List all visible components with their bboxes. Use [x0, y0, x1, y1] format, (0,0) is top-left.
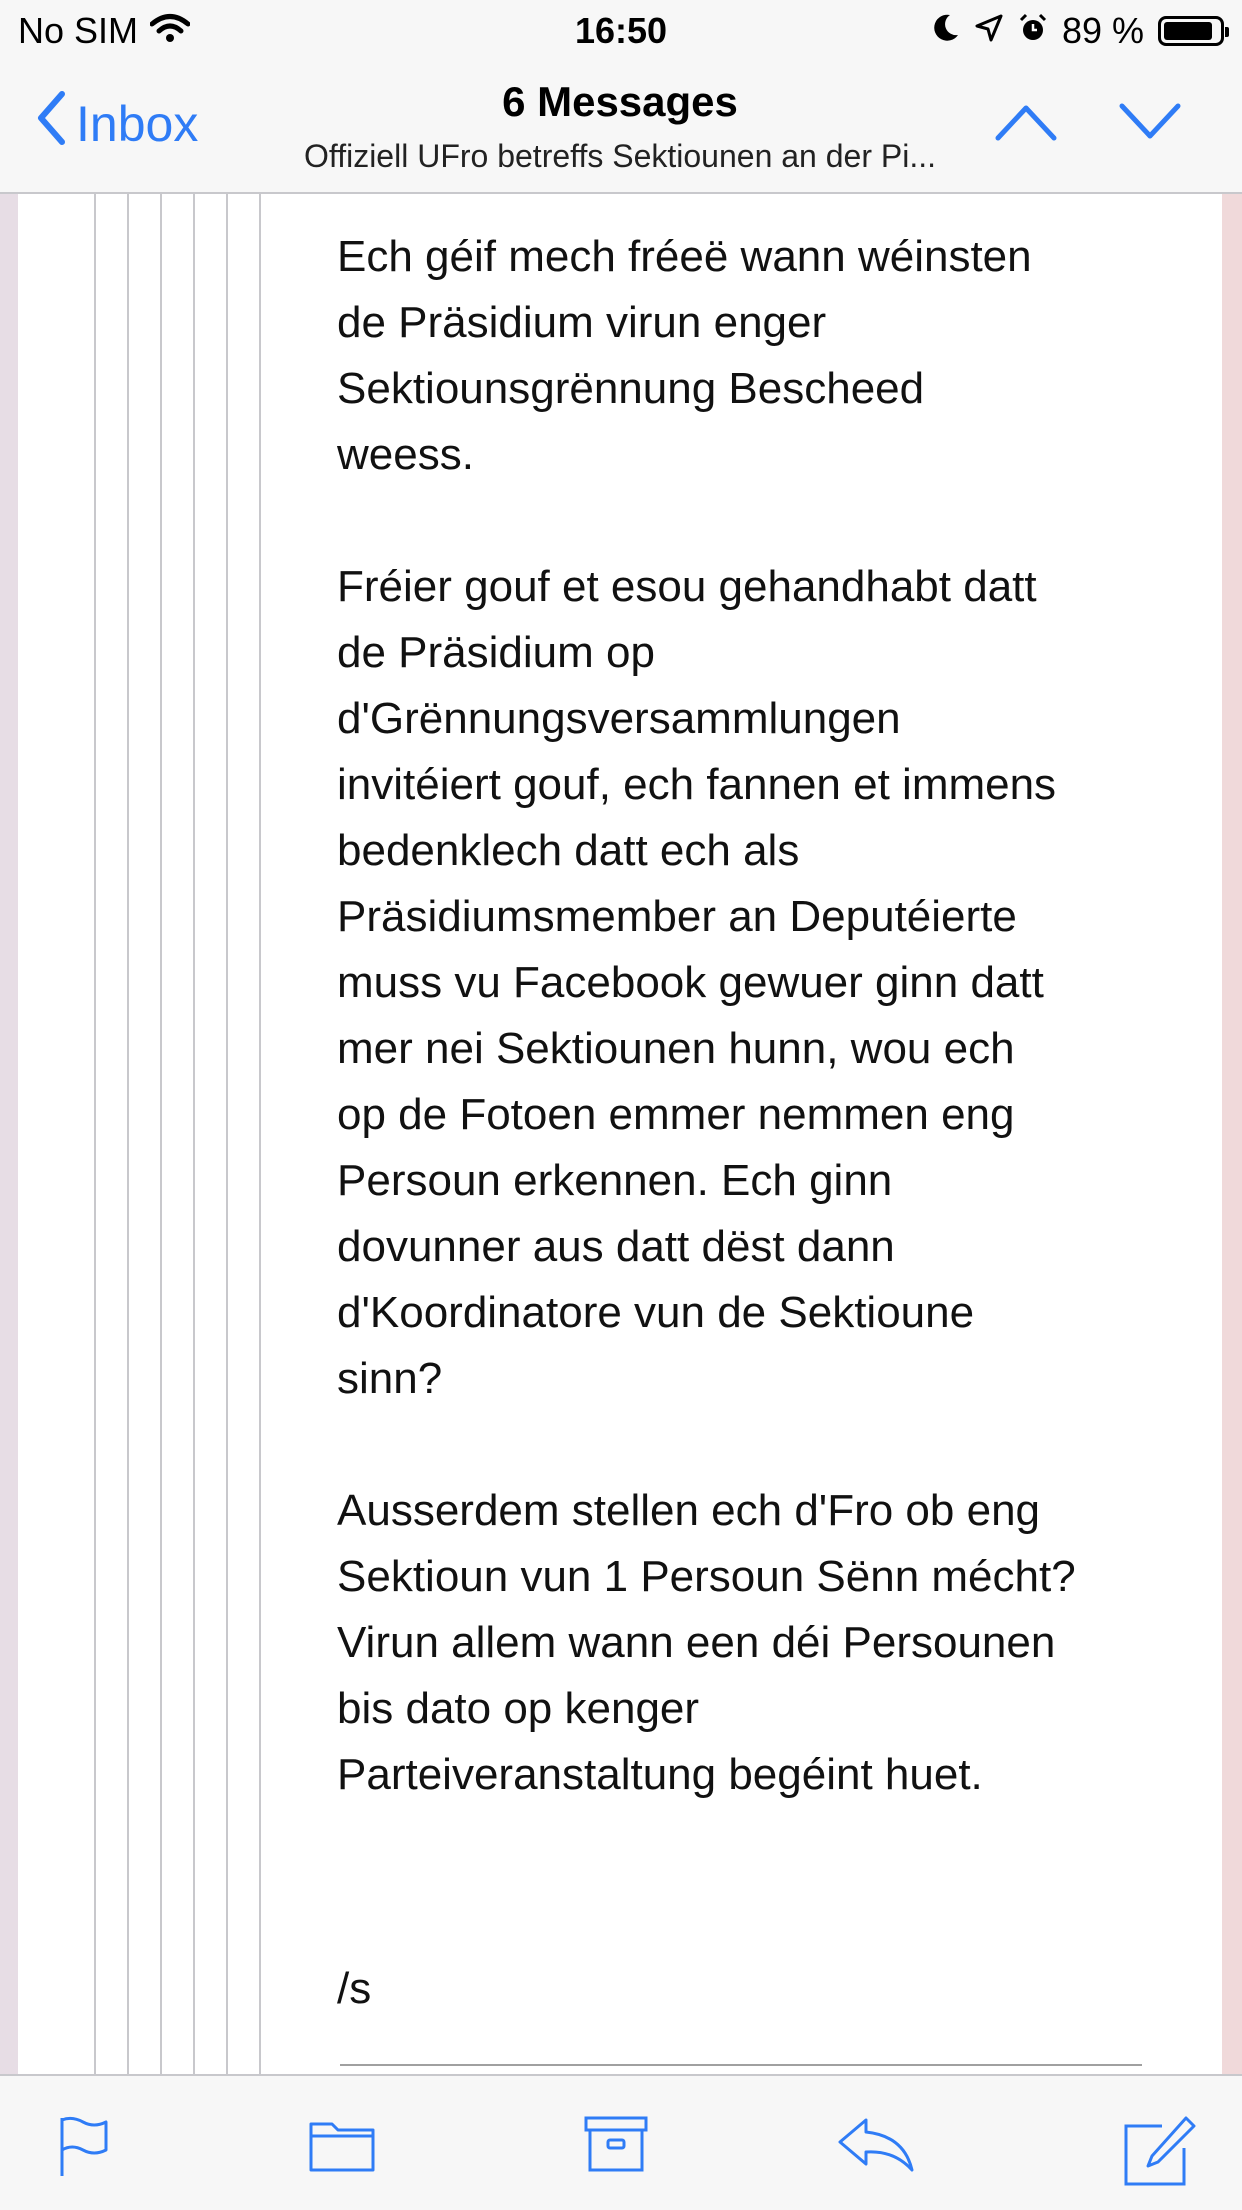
message-content-area[interactable]: Ech géif mech fréeë wann wéinsten de Prä… — [0, 194, 1242, 2074]
flag-icon — [56, 2116, 112, 2182]
compose-button[interactable] — [1122, 2114, 1198, 2193]
quote-level-line — [193, 194, 195, 2074]
chevron-down-icon — [1118, 103, 1182, 146]
chevron-left-icon — [36, 90, 76, 158]
status-right: 89 % — [932, 10, 1229, 52]
move-to-folder-button[interactable] — [308, 2114, 376, 2179]
message-signature: /s — [337, 1964, 372, 2013]
navigation-bar: Inbox 6 Messages Offiziell UFro betreffs… — [0, 62, 1242, 194]
message-body: Ech géif mech fréeë wann wéinsten de Prä… — [337, 224, 1157, 1874]
reply-button[interactable] — [836, 2114, 916, 2179]
message-paragraph: Ausserdem stellen ech d'Fro ob eng Sekti… — [337, 1486, 1076, 1799]
next-message-button[interactable] — [1118, 102, 1182, 147]
battery-icon — [1158, 16, 1229, 46]
quote-level-line — [259, 194, 261, 2074]
message-paragraph: Fréier gouf et esou gehandhabt datt de P… — [337, 562, 1057, 1403]
quote-level-line — [127, 194, 129, 2074]
folder-icon — [308, 2122, 376, 2178]
compose-icon — [1122, 2116, 1198, 2192]
back-to-inbox-button[interactable]: Inbox — [36, 90, 198, 158]
archive-button[interactable] — [584, 2114, 648, 2179]
message-paragraph: Ech géif mech fréeë wann wéinsten de Prä… — [337, 232, 1032, 479]
battery-percent: 89 % — [1061, 10, 1144, 51]
status-bar: No SIM 16:50 89 % — [0, 0, 1242, 62]
reply-icon — [836, 2118, 916, 2178]
chevron-up-icon — [994, 105, 1058, 146]
bottom-toolbar — [0, 2074, 1242, 2210]
quote-level-line — [226, 194, 228, 2074]
previous-message-button[interactable] — [994, 102, 1058, 147]
moon-icon — [932, 10, 960, 52]
thread-title: 6 Messages — [502, 78, 738, 125]
message-divider — [340, 2064, 1142, 2066]
flag-button[interactable] — [56, 2114, 112, 2183]
back-label: Inbox — [76, 96, 199, 152]
quote-level-line — [94, 194, 96, 2074]
archive-icon — [584, 2116, 648, 2178]
alarm-icon — [1018, 10, 1048, 52]
quote-level-line — [160, 194, 162, 2074]
location-icon — [974, 10, 1004, 52]
battery-level-fill — [1164, 22, 1212, 40]
thread-subject: Offiziell UFro betreffs Sektiounen an de… — [303, 138, 936, 174]
